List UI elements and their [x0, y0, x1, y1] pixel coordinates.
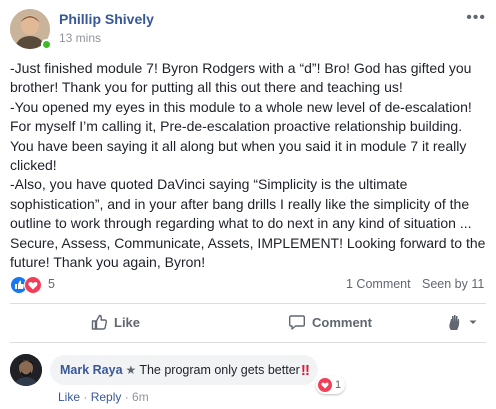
comment-bubble-icon [289, 315, 305, 330]
reaction-count[interactable]: 5 [48, 277, 55, 291]
post-stats: 5 1 Comment Seen by 11 [10, 276, 486, 294]
like-button[interactable]: Like [90, 306, 140, 338]
reaction-hand-icon [449, 315, 460, 330]
online-status-dot [41, 39, 52, 50]
post-actions: Like Comment [10, 306, 486, 338]
post-timestamp[interactable]: 13 mins [59, 31, 101, 45]
comment-reaction-count: 1 [335, 379, 342, 391]
double-exclamation-emoji: ‼ [300, 361, 310, 379]
more-options-icon[interactable]: ••• [466, 9, 486, 27]
divider [10, 303, 486, 304]
comment-like-link[interactable]: Like [58, 390, 80, 404]
comment-item: Mark Raya ★ The program only gets better… [10, 352, 486, 406]
chevron-down-icon [469, 320, 477, 324]
post-paragraph: -Just finished module 7! Byron Rodgers w… [10, 60, 472, 96]
love-reaction-icon [24, 276, 42, 294]
meta-separator: · [80, 390, 91, 404]
reactions-summary[interactable] [10, 276, 44, 294]
comment-timestamp[interactable]: 6m [132, 390, 149, 404]
star-icon: ★ [125, 363, 137, 377]
like-button-label: Like [114, 314, 141, 330]
reaction-selector-button[interactable] [446, 306, 484, 338]
comment-text: The program only gets better [139, 363, 300, 377]
comment-bubble: Mark Raya ★ The program only gets better… [50, 355, 318, 385]
post-paragraph: -You opened my eyes in this module to a … [10, 98, 472, 174]
love-reaction-icon [318, 378, 332, 392]
post-author-name[interactable]: Phillip Shively [59, 11, 154, 27]
comment-reactions[interactable]: 1 [316, 376, 346, 394]
commenter-avatar[interactable] [10, 354, 42, 386]
seen-by-count[interactable]: Seen by 11 [422, 277, 484, 291]
comment-meta: Like · Reply · 6m [58, 390, 149, 404]
comment-button-label: Comment [312, 314, 372, 330]
post-header: Phillip Shively 13 mins ••• [10, 9, 486, 51]
comment-button[interactable]: Comment [288, 306, 372, 338]
commenter-name[interactable]: Mark Raya [60, 363, 123, 377]
post-body: -Just finished module 7! Byron Rodgers w… [10, 59, 488, 272]
meta-separator: · [121, 390, 133, 404]
comment-count-link[interactable]: 1 Comment [346, 277, 411, 291]
thumbs-up-icon [91, 314, 108, 330]
comment-reply-link[interactable]: Reply [91, 390, 122, 404]
divider [10, 342, 486, 343]
post-paragraph: -Also, you have quoted DaVinci saying “S… [10, 176, 486, 271]
